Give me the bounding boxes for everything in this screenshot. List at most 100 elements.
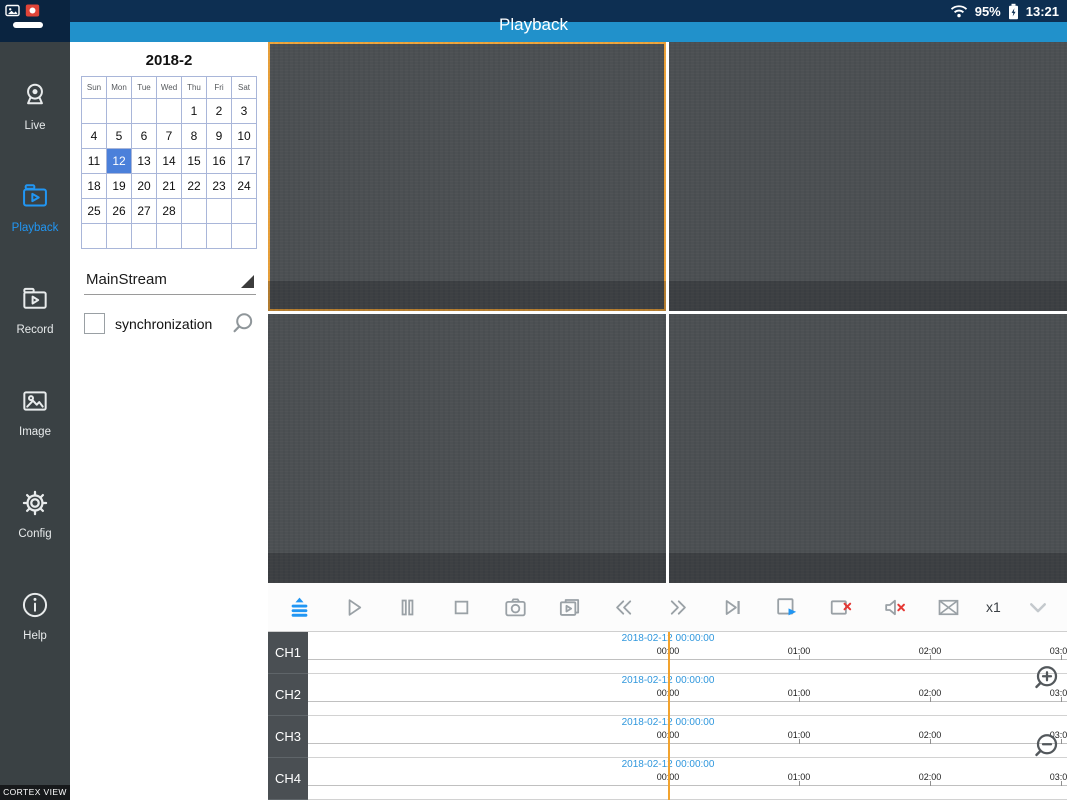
- calendar: Sun Mon Tue Wed Thu Fri Sat 1 2 3 4 5: [81, 76, 257, 249]
- calendar-day[interactable]: [232, 199, 257, 224]
- collapse-controls-button[interactable]: [1021, 590, 1055, 624]
- close-channel-button[interactable]: [824, 590, 858, 624]
- calendar-day[interactable]: 22: [182, 174, 207, 199]
- video-panel-2[interactable]: [669, 42, 1067, 311]
- wifi-icon: [950, 4, 968, 18]
- calendar-day[interactable]: [107, 224, 132, 249]
- video-panel-4[interactable]: [669, 314, 1067, 583]
- rewind-button[interactable]: [607, 590, 641, 624]
- calendar-day[interactable]: [157, 99, 182, 124]
- stretch-button[interactable]: [932, 590, 966, 624]
- calendar-day[interactable]: 10: [232, 124, 257, 149]
- calendar-day[interactable]: 20: [132, 174, 157, 199]
- mute-button[interactable]: [878, 590, 912, 624]
- calendar-day[interactable]: 8: [182, 124, 207, 149]
- sidebar-item-config[interactable]: Config: [0, 462, 70, 564]
- menu-indicator[interactable]: [13, 22, 43, 28]
- calendar-day[interactable]: 7: [157, 124, 182, 149]
- calendar-day[interactable]: [82, 99, 107, 124]
- channel-label: CH1: [268, 632, 308, 674]
- calendar-day-selected[interactable]: 12: [107, 149, 132, 174]
- calendar-day[interactable]: 15: [182, 149, 207, 174]
- calendar-day[interactable]: [232, 224, 257, 249]
- playback-control-bar: x1: [268, 583, 1067, 632]
- calendar-day[interactable]: 23: [207, 174, 232, 199]
- calendar-day[interactable]: [207, 199, 232, 224]
- sidebar-item-help[interactable]: Help: [0, 564, 70, 666]
- calendar-day[interactable]: [107, 99, 132, 124]
- calendar-day[interactable]: 14: [157, 149, 182, 174]
- timeline-ruler: [308, 743, 1067, 744]
- video-panel-1[interactable]: [268, 42, 666, 311]
- video-panel-footer: [669, 281, 1067, 311]
- current-time-label: 2018-02-12 00:00:00: [622, 717, 715, 728]
- synchronization-checkbox[interactable]: [84, 313, 105, 334]
- calendar-day[interactable]: 28: [157, 199, 182, 224]
- pause-button[interactable]: [390, 590, 424, 624]
- calendar-day[interactable]: 27: [132, 199, 157, 224]
- calendar-day[interactable]: 21: [157, 174, 182, 199]
- sidebar-item-image[interactable]: Image: [0, 360, 70, 462]
- calendar-day[interactable]: 3: [232, 99, 257, 124]
- calendar-day[interactable]: 19: [107, 174, 132, 199]
- timeline-track-ch3[interactable]: 2018-02-12 00:00:00 00:00 01:00 02:00 03…: [308, 716, 1067, 758]
- calendar-day[interactable]: 6: [132, 124, 157, 149]
- sidebar-item-live[interactable]: Live: [0, 54, 70, 156]
- ruler-tick: [668, 781, 669, 786]
- calendar-day[interactable]: 5: [107, 124, 132, 149]
- snapshot-button[interactable]: [499, 590, 533, 624]
- calendar-day[interactable]: 16: [207, 149, 232, 174]
- video-panel-footer: [268, 281, 666, 311]
- timeline-track-ch2[interactable]: 2018-02-12 00:00:00 00:00 01:00 02:00 03…: [308, 674, 1067, 716]
- search-icon[interactable]: [229, 310, 256, 337]
- calendar-day[interactable]: 17: [232, 149, 257, 174]
- calendar-day[interactable]: 13: [132, 149, 157, 174]
- calendar-day[interactable]: 4: [82, 124, 107, 149]
- fast-forward-icon: [665, 594, 692, 621]
- stretch-icon: [935, 594, 962, 621]
- hour-tick-label: 03:00: [1050, 772, 1067, 782]
- calendar-day[interactable]: [132, 224, 157, 249]
- snapshot-icon: [502, 594, 529, 621]
- next-frame-button[interactable]: [715, 590, 749, 624]
- calendar-day[interactable]: 9: [207, 124, 232, 149]
- calendar-day[interactable]: 24: [232, 174, 257, 199]
- calendar-day[interactable]: [82, 224, 107, 249]
- zoom-in-icon: [1031, 663, 1061, 693]
- ruler-tick: [1061, 655, 1062, 660]
- record-clip-button[interactable]: [553, 590, 587, 624]
- hour-tick-label: 03:00: [1050, 646, 1067, 656]
- calendar-day[interactable]: 18: [82, 174, 107, 199]
- status-bar: 95% 13:21: [0, 0, 1067, 22]
- calendar-day[interactable]: 1: [182, 99, 207, 124]
- sidebar-item-record[interactable]: Record: [0, 258, 70, 360]
- calendar-day[interactable]: [157, 224, 182, 249]
- open-playbar-button[interactable]: [282, 590, 316, 624]
- timeline-panel: CH1 2018-02-12 00:00:00 00:00 01:00 02:0…: [268, 632, 1067, 800]
- frame-play-button[interactable]: [769, 590, 803, 624]
- calendar-day[interactable]: [132, 99, 157, 124]
- fast-forward-button[interactable]: [661, 590, 695, 624]
- stop-button[interactable]: [444, 590, 478, 624]
- calendar-day[interactable]: 25: [82, 199, 107, 224]
- battery-percent: 95%: [975, 4, 1001, 19]
- timeline-zoom-out-button[interactable]: [1030, 731, 1062, 763]
- play-button[interactable]: [336, 590, 370, 624]
- calendar-day[interactable]: 2: [207, 99, 232, 124]
- timeline-zoom-in-button[interactable]: [1030, 663, 1062, 695]
- calendar-day[interactable]: [182, 199, 207, 224]
- speed-indicator[interactable]: x1: [986, 599, 1001, 615]
- ruler-tick: [668, 739, 669, 744]
- calendar-day[interactable]: 11: [82, 149, 107, 174]
- calendar-day[interactable]: [182, 224, 207, 249]
- calendar-day-header: Fri: [207, 77, 232, 99]
- calendar-day[interactable]: [207, 224, 232, 249]
- timeline-track-ch4[interactable]: 2018-02-12 00:00:00 00:00 01:00 02:00 03…: [308, 758, 1067, 800]
- calendar-day[interactable]: 26: [107, 199, 132, 224]
- stream-selector[interactable]: MainStream: [84, 269, 256, 295]
- sidebar-item-label: Config: [18, 528, 51, 540]
- timeline-track-ch1[interactable]: 2018-02-12 00:00:00 00:00 01:00 02:00 03…: [308, 632, 1067, 674]
- sidebar-item-playback[interactable]: Playback: [0, 156, 70, 258]
- stop-icon: [448, 594, 475, 621]
- video-panel-3[interactable]: [268, 314, 666, 583]
